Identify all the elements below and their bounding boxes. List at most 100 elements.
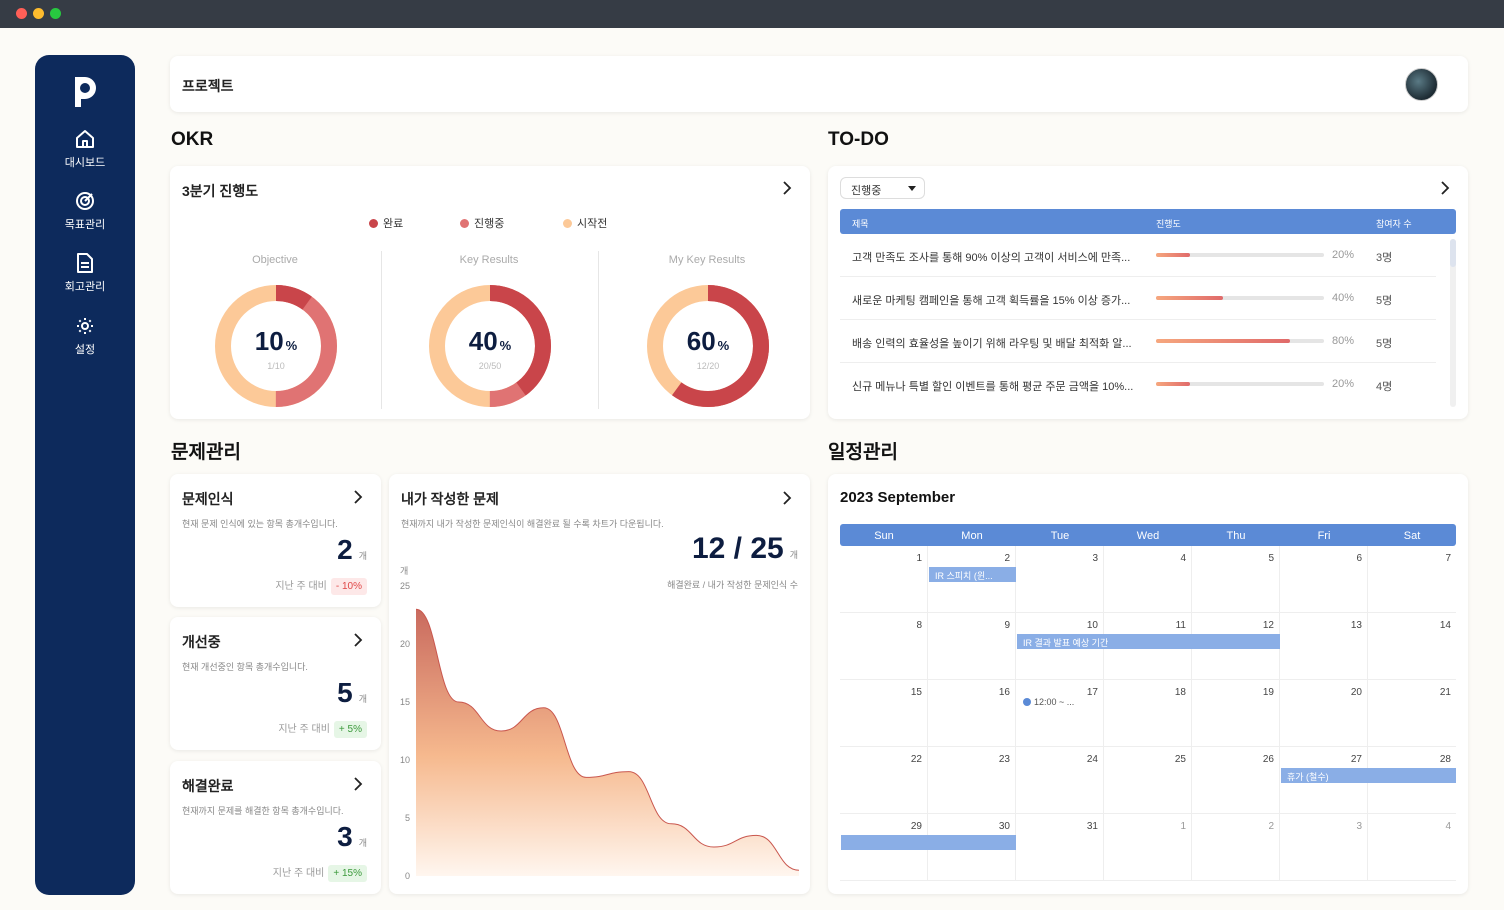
- problems-area-chart: 개 25 20 15 10 5 0: [400, 566, 800, 881]
- minimize-window-button[interactable]: [33, 8, 44, 19]
- calendar-day-number: 10: [1086, 620, 1098, 631]
- calendar-day[interactable]: 17: [1016, 680, 1104, 747]
- calendar-day[interactable]: 23: [928, 747, 1016, 814]
- calendar-day[interactable]: 7: [1368, 546, 1456, 613]
- calendar-day[interactable]: 5: [1192, 546, 1280, 613]
- calendar-day-number: 31: [1086, 821, 1098, 832]
- calendar-day[interactable]: 1: [840, 546, 928, 613]
- y-tick-label: 20: [400, 639, 410, 649]
- legend-item-in-progress: 진행중: [460, 215, 504, 231]
- table-row[interactable]: 고객 만족도 조사를 통해 90% 이상의 고객이 서비스에 만족... 20%…: [840, 234, 1436, 277]
- member-count: 5명: [1376, 295, 1393, 307]
- chevron-right-icon: [354, 490, 363, 504]
- progress-value: 80%: [1332, 335, 1355, 347]
- okr-key-results: Key Results 40% 20/50: [384, 251, 594, 411]
- my-problems-card: 내가 작성한 문제 현재까지 내가 작성한 문제인식이 해결완료 될 수록 차트…: [389, 474, 810, 894]
- calendar-day[interactable]: 15: [840, 680, 928, 747]
- todo-detail-button[interactable]: [1438, 181, 1452, 195]
- calendar-day[interactable]: 21: [1368, 680, 1456, 747]
- calendar-day[interactable]: 25: [1104, 747, 1192, 814]
- y-tick-label: 10: [400, 755, 410, 765]
- calendar-day[interactable]: 19: [1192, 680, 1280, 747]
- y-tick-label: 0: [405, 871, 410, 881]
- calendar-day[interactable]: 9: [928, 613, 1016, 680]
- calendar-card: 2023 September Sun Mon Tue Wed Thu Fri Sat 123…: [828, 474, 1468, 894]
- legend-item-done: 완료: [369, 215, 403, 231]
- chevron-right-icon: [354, 633, 363, 647]
- table-row[interactable]: 새로운 마케팅 캠페인을 통해 고객 획득률을 15% 이상 증가... 40%…: [840, 277, 1436, 320]
- chevron-right-icon: [783, 181, 792, 195]
- home-icon: [76, 130, 94, 148]
- sidebar: 대시보드 목표관리 회고관리 설정: [35, 55, 135, 895]
- sidebar-item-label: 설정: [74, 344, 96, 356]
- sidebar-item-retrospective[interactable]: 회고관리: [35, 252, 135, 294]
- calendar-day-number: 29: [910, 821, 922, 832]
- calendar-day[interactable]: 3: [1016, 546, 1104, 613]
- member-count: 3명: [1376, 252, 1393, 264]
- calendar-day[interactable]: 24: [1016, 747, 1104, 814]
- okr-value: 60: [686, 326, 716, 356]
- chevron-right-icon: [354, 777, 363, 791]
- okr-detail-button[interactable]: [780, 181, 794, 195]
- calendar-day[interactable]: 3: [1280, 814, 1368, 881]
- calendar-day-number: 23: [998, 754, 1010, 765]
- calendar-event-dot[interactable]: 12:00 ~ ...: [1023, 697, 1074, 707]
- y-axis-unit: 개: [400, 566, 408, 576]
- okr-sub: 20/50: [478, 361, 502, 371]
- okr-column-label: Key Results: [459, 254, 519, 266]
- avatar[interactable]: [1405, 68, 1438, 101]
- progress-bar: [1156, 339, 1324, 343]
- calendar-weekday-header: Sun Mon Tue Wed Thu Fri Sat: [840, 524, 1456, 546]
- todo-scrollbar[interactable]: [1450, 239, 1456, 407]
- okr-section-title: OKR: [171, 129, 214, 150]
- calendar-day[interactable]: 16: [928, 680, 1016, 747]
- gear-icon: [77, 318, 93, 334]
- status-filter-select[interactable]: 진행중: [840, 177, 925, 199]
- table-row[interactable]: 배송 인력의 효율성을 높이기 위해 라우팅 및 배달 최적화 알... 80%…: [840, 320, 1436, 363]
- calendar-day-number: 1: [1180, 821, 1186, 832]
- calendar-day[interactable]: 13: [1280, 613, 1368, 680]
- calendar-day-number: 1: [916, 553, 922, 564]
- problem-card-resolved: 해결완료 현재까지 문제를 해결한 항목 총개수입니다. 3개 지난 주 대비 +…: [170, 761, 381, 894]
- problem-detail-button[interactable]: [351, 490, 365, 504]
- calendar-day-number: 2: [1004, 553, 1010, 564]
- calendar-day[interactable]: 20: [1280, 680, 1368, 747]
- problem-card-recognized: 문제인식 현재 문제 인식에 있는 항목 총개수입니다. 2개 지난 주 대비 -…: [170, 474, 381, 607]
- problem-card-desc: 현재 문제 인식에 있는 항목 총개수입니다.: [182, 519, 338, 529]
- calendar-day[interactable]: 8: [840, 613, 928, 680]
- calendar-day[interactable]: 26: [1192, 747, 1280, 814]
- sidebar-item-goals[interactable]: 목표관리: [35, 190, 135, 232]
- calendar-event[interactable]: IR 스피치 (윈...: [929, 567, 1016, 582]
- table-row[interactable]: 신규 메뉴나 특별 할인 이벤트를 통해 평균 주문 금액을 10%... 20…: [840, 363, 1436, 406]
- problem-detail-button[interactable]: [351, 633, 365, 647]
- calendar-day[interactable]: 1: [1104, 814, 1192, 881]
- calendar-day[interactable]: 4: [1368, 814, 1456, 881]
- app-logo[interactable]: [69, 73, 101, 109]
- calendar-event[interactable]: [841, 835, 1016, 850]
- calendar-day[interactable]: 4: [1104, 546, 1192, 613]
- calendar-day[interactable]: 22: [840, 747, 928, 814]
- okr-column-label: Objective: [252, 254, 298, 266]
- calendar-event[interactable]: 휴가 (철수): [1281, 768, 1456, 783]
- calendar-day-number: 17: [1086, 687, 1098, 698]
- problem-card-improving: 개선중 현재 개선중인 항목 총개수입니다. 5개 지난 주 대비 + 5%: [170, 617, 381, 750]
- calendar-day[interactable]: 2: [1192, 814, 1280, 881]
- calendar-day[interactable]: 18: [1104, 680, 1192, 747]
- sidebar-item-label: 목표관리: [64, 219, 106, 231]
- calendar-grid: 1 2 3 4 5 6 7 8 9 10 11 12 13 14 15 16 17 18 19 20 21 22 23 24 2…: [840, 546, 1456, 882]
- calendar-day-number: 18: [1174, 687, 1186, 698]
- maximize-window-button[interactable]: [50, 8, 61, 19]
- problem-count-unit: 개: [358, 551, 367, 561]
- sidebar-item-dashboard[interactable]: 대시보드: [35, 128, 135, 170]
- sidebar-item-settings[interactable]: 설정: [35, 315, 135, 357]
- scrollbar-thumb[interactable]: [1450, 239, 1456, 267]
- problem-count: 3: [337, 821, 353, 852]
- todo-title: 새로운 마케팅 캠페인을 통해 고객 획득률을 15% 이상 증가...: [852, 295, 1131, 307]
- calendar-event[interactable]: IR 결과 발표 예상 기간: [1017, 634, 1280, 649]
- page-title: 프로젝트: [182, 78, 234, 94]
- calendar-day[interactable]: 14: [1368, 613, 1456, 680]
- calendar-day[interactable]: 6: [1280, 546, 1368, 613]
- problem-detail-button[interactable]: [351, 777, 365, 791]
- calendar-day[interactable]: 31: [1016, 814, 1104, 881]
- close-window-button[interactable]: [16, 8, 27, 19]
